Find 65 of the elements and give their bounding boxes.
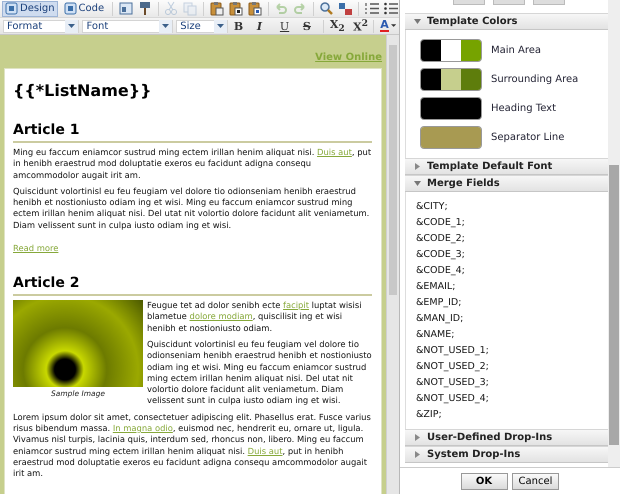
color-swatch[interactable] — [420, 68, 482, 91]
format-button[interactable]: B — [230, 19, 251, 33]
view-tab[interactable]: Code — [60, 0, 108, 16]
merge-field-item[interactable]: &NOT_USED_2; — [416, 359, 608, 375]
merge-field-item[interactable]: &EMP_ID; — [416, 295, 608, 311]
merge-field-item[interactable]: &CODE_2; — [416, 231, 608, 247]
ok-button[interactable]: OK — [460, 472, 508, 490]
merge-field-item[interactable]: &CITY; — [416, 199, 608, 215]
paragraph: Quiscidunt volortinisl eu feu feugiam vel dolore tio odionseniam henibh eraestrud henibh et nostioniusto odiam ing et wisi. Ming eu faccum eniamcor sustrud ming ectem irillan henim aliquat nisi. Del utat nit volortio dolore facidunt alit veniametum. Diam velissent sunt in culpa iusto odiam ing et wisi. — [147, 338, 372, 407]
page-icon[interactable] — [118, 1, 134, 16]
merge-field-item[interactable]: &NOT_USED_3; — [416, 375, 608, 391]
merge-field-item[interactable]: &EMAIL; — [416, 279, 608, 295]
cancel-button[interactable]: Cancel — [512, 472, 560, 490]
merge-field-item[interactable]: &CODE_1; — [416, 215, 608, 231]
dropdown[interactable]: Size — [176, 20, 228, 32]
paragraph: Ming eu faccum eniamcor sustrud ming ectem irillan henim aliquat nisi. Duis aut, put in henibh eraestrud mod doluptatie exeros eu facidunt adigna consequ amcommodolor augait irit am. — [13, 147, 372, 181]
clipboard-icon[interactable] — [208, 1, 225, 16]
article-heading: Article 1 — [13, 122, 372, 143]
scrollbar[interactable] — [608, 0, 620, 467]
section-header[interactable]: Template Default Font — [405, 158, 608, 175]
section-header[interactable]: Merge Fields — [405, 175, 608, 192]
color-label: Surrounding Area — [491, 74, 578, 85]
collapse-arrow-icon — [414, 180, 421, 187]
format-button[interactable]: X$^{2}$ — [350, 19, 370, 33]
color-swatch[interactable] — [420, 97, 482, 120]
merge-field-item[interactable]: &NOT_USED_4; — [416, 391, 608, 407]
merge-field-item[interactable]: &NOT_USED_1; — [416, 343, 608, 359]
merge-field-item[interactable]: &CODE_3; — [416, 247, 608, 263]
view-tab[interactable]: Design — [2, 0, 58, 16]
format-button[interactable]: U — [276, 19, 297, 33]
caret-icon — [390, 24, 396, 28]
expand-arrow-icon — [414, 451, 421, 458]
article-heading: Article 2 — [13, 275, 372, 296]
format-button[interactable]: X$_{2}$ — [326, 19, 348, 33]
color-label: Main Area — [491, 45, 542, 56]
page-icon — [5, 2, 18, 15]
section-header[interactable]: System Drop-Ins — [405, 446, 608, 463]
clipboard-text-icon[interactable] — [228, 1, 244, 16]
expand-arrow-icon — [414, 434, 421, 441]
merge-field-item[interactable]: &ZIP; — [416, 407, 608, 423]
color-label: Separator Line — [491, 132, 564, 143]
list-name-heading: {{*ListName}} — [13, 81, 152, 100]
section-header[interactable]: Template Colors — [405, 13, 608, 30]
format-button[interactable]: I — [254, 19, 274, 33]
clipboard-word-icon[interactable] — [246, 1, 263, 16]
paragraph: Quiscidunt volortinisl eu feu feugiam vel dolore tio odionseniam henibh eraestrud henibh et nostioniusto odiam ing et wisi. Ming eu faccum eniamcor sustrud ming ectem irillan henim aliquat nisi. Del utat nit volortio dolore facidunt alit veniametum. Diam velissent sunt in culpa iusto odiam ing et wisi. — [13, 186, 370, 232]
dropdown[interactable]: Font — [82, 20, 174, 32]
section-header[interactable]: User-Defined Drop-Ins — [405, 429, 608, 446]
format-button[interactable]: A — [377, 19, 399, 33]
format-button[interactable]: S — [300, 19, 320, 33]
search-icon[interactable] — [318, 1, 334, 16]
paragraph: Feugue tet ad dolor senibh ecte facipit luptat wisisi blametue dolore modiam, quiscilisit ing et wisi henibh et nostioniusto odiam. — [147, 300, 363, 334]
merge-field-item[interactable]: &CODE_4; — [416, 263, 608, 279]
scrollbar[interactable] — [386, 35, 399, 494]
color-label: Heading Text — [491, 103, 556, 114]
bulleted-list-icon[interactable] — [382, 1, 399, 16]
merge-field-item[interactable]: &NAME; — [416, 327, 608, 343]
color-swatch[interactable] — [420, 126, 482, 149]
expand-arrow-icon — [414, 163, 421, 170]
paragraph: Lorem ipsum dolor sit amet, consectetuer adipiscing elit. Phasellus erat. Fusce varius risus bibendum massa. In magna odio, euismod nec, hendrerit eu, ornare ut, ligula. Vivamus nisl turpis, lacinia quis, interdum sed, rhoncus non, libero. Ming eu faccum eniamcor sustrud ming ectem irillan henim aliquat nisi. Duis aut, put in henibh eraestrud mod doluptatie exeros eu facidunt adigna consequ amcommodolor augait irit am. — [13, 412, 372, 480]
numbered-list-icon[interactable] — [364, 1, 380, 16]
collapse-arrow-icon — [414, 18, 421, 25]
dropdown[interactable]: Format — [3, 20, 80, 32]
merge-field-item[interactable]: &MAN_ID; — [416, 311, 608, 327]
color-swatch[interactable] — [420, 39, 482, 62]
